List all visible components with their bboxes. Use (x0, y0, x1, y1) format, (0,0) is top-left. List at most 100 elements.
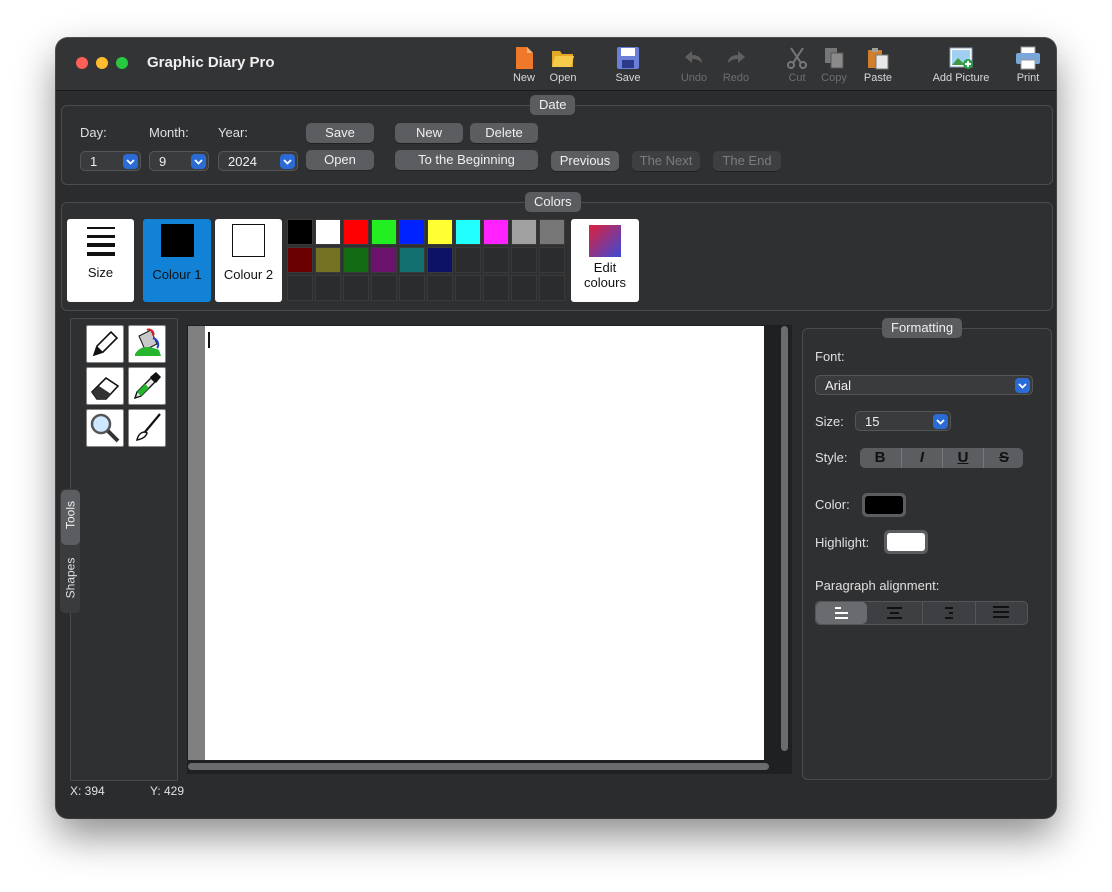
day-select[interactable]: 1 (80, 151, 141, 171)
vertical-scrollbar[interactable] (781, 326, 788, 751)
close-window-button[interactable] (76, 57, 88, 69)
paint-bucket-icon (135, 328, 161, 356)
palette-empty-slot[interactable] (539, 275, 565, 301)
palette-empty-slot[interactable] (371, 275, 397, 301)
paragraph-alignment-label: Paragraph alignment: (815, 578, 940, 593)
paste-button[interactable]: Paste (860, 46, 896, 84)
palette-swatch[interactable] (427, 219, 453, 245)
pencil-icon (92, 330, 119, 357)
year-label: Year: (218, 125, 248, 140)
new-entry-button[interactable]: New (395, 123, 463, 143)
strikethrough-button[interactable]: S (983, 448, 1024, 468)
next-button[interactable]: The Next (632, 151, 700, 171)
cut-button[interactable]: Cut (784, 46, 810, 84)
palette-empty-slot[interactable] (399, 275, 425, 301)
palette-swatch[interactable] (343, 219, 369, 245)
undo-button[interactable]: Undo (678, 46, 710, 84)
add-picture-button[interactable]: Add Picture (928, 46, 994, 84)
align-left-button[interactable] (816, 602, 867, 624)
align-center-button[interactable] (868, 602, 920, 624)
bold-button[interactable]: B (860, 448, 900, 468)
drawing-canvas[interactable] (205, 326, 764, 760)
edit-colours-button[interactable]: Edit colours (571, 219, 639, 302)
brush-tool-button[interactable] (128, 409, 166, 447)
palette-swatch[interactable] (315, 219, 341, 245)
previous-button[interactable]: Previous (551, 151, 619, 171)
colour2-label: Colour 2 (223, 267, 274, 282)
open-button[interactable]: Open (546, 46, 580, 84)
underline-button[interactable]: U (942, 448, 983, 468)
highlight-color-well[interactable] (884, 530, 928, 554)
month-select[interactable]: 9 (149, 151, 209, 171)
palette-empty-slot[interactable] (315, 275, 341, 301)
end-button[interactable]: The End (713, 151, 781, 171)
palette-swatch[interactable] (315, 247, 341, 273)
size-button[interactable]: Size (67, 219, 134, 302)
color-gradient-icon (589, 225, 621, 257)
colour1-swatch (160, 224, 194, 257)
palette-empty-slot[interactable] (483, 275, 509, 301)
palette-swatch[interactable] (287, 247, 313, 273)
redo-button[interactable]: Redo (720, 46, 752, 84)
year-value: 2024 (228, 154, 257, 169)
palette-swatch[interactable] (455, 219, 481, 245)
palette-empty-slot[interactable] (539, 247, 565, 273)
to-beginning-button[interactable]: To the Beginning (395, 150, 538, 170)
new-button[interactable]: New (508, 46, 540, 84)
palette-empty-slot[interactable] (427, 275, 453, 301)
palette-empty-slot[interactable] (511, 275, 537, 301)
palette-swatch[interactable] (371, 219, 397, 245)
colour1-button[interactable]: Colour 1 (143, 219, 211, 302)
text-color-well[interactable] (862, 493, 906, 517)
size-select[interactable]: 15 (855, 411, 951, 431)
chevron-down-icon (123, 154, 138, 169)
palette-swatch[interactable] (539, 219, 565, 245)
size-label: Size (87, 265, 114, 280)
align-justify-button[interactable] (975, 602, 1027, 624)
palette-empty-slot[interactable] (287, 275, 313, 301)
new-document-icon (516, 47, 533, 69)
formatting-title: Formatting (882, 318, 963, 338)
palette-swatch[interactable] (399, 219, 425, 245)
palette-swatch[interactable] (343, 247, 369, 273)
magnifier-tool-button[interactable] (86, 409, 124, 447)
app-window: Graphic Diary Pro New Open Save Undo Red… (56, 38, 1056, 818)
font-select[interactable]: Arial (815, 375, 1033, 395)
palette-empty-slot[interactable] (343, 275, 369, 301)
eraser-tool-button[interactable] (86, 367, 124, 405)
save-toolbar-button[interactable]: Save (612, 46, 644, 84)
align-right-button[interactable] (922, 602, 975, 624)
minimize-window-button[interactable] (96, 57, 108, 69)
add-picture-icon (949, 47, 973, 69)
palette-swatch[interactable] (483, 219, 509, 245)
copy-button[interactable]: Copy (818, 46, 850, 84)
scissors-icon (787, 47, 807, 69)
fill-tool-button[interactable] (128, 325, 166, 363)
palette-swatch[interactable] (287, 219, 313, 245)
palette-empty-slot[interactable] (455, 275, 481, 301)
delete-entry-button[interactable]: Delete (470, 123, 538, 143)
year-select[interactable]: 2024 (218, 151, 298, 171)
align-left-icon (835, 607, 848, 619)
italic-button[interactable]: I (901, 448, 942, 468)
date-save-button[interactable]: Save (306, 123, 374, 143)
colors-group-title: Colors (525, 192, 581, 212)
eyedropper-tool-button[interactable] (128, 367, 166, 405)
align-justify-icon (993, 606, 1009, 618)
palette-swatch[interactable] (399, 247, 425, 273)
tab-shapes-label: Shapes (63, 557, 78, 599)
palette-empty-slot[interactable] (455, 247, 481, 273)
palette-swatch[interactable] (511, 219, 537, 245)
size-value: 15 (865, 414, 880, 429)
palette-empty-slot[interactable] (483, 247, 509, 273)
palette-empty-slot[interactable] (511, 247, 537, 273)
pencil-tool-button[interactable] (86, 325, 124, 363)
zoom-window-button[interactable] (116, 57, 128, 69)
print-button[interactable]: Print (1012, 46, 1044, 84)
date-group-title: Date (530, 95, 576, 115)
colour2-button[interactable]: Colour 2 (215, 219, 282, 302)
palette-swatch[interactable] (427, 247, 453, 273)
palette-swatch[interactable] (371, 247, 397, 273)
date-open-button[interactable]: Open (306, 150, 374, 170)
horizontal-scrollbar[interactable] (188, 763, 769, 770)
